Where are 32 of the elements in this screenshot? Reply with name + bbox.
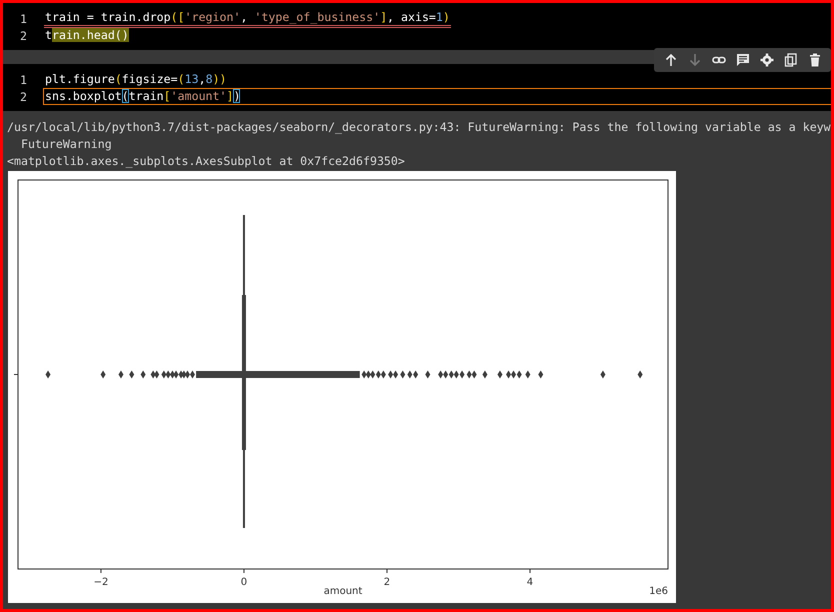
outlier-marker: [425, 370, 430, 378]
code-line[interactable]: plt.figure(figsize=(13,8)): [44, 72, 228, 87]
x-tick-label: 0: [240, 577, 248, 588]
x-axis-label: amount: [324, 586, 362, 597]
line-number: 2: [19, 90, 27, 104]
line-number: 1: [19, 12, 27, 26]
outlier-marker: [525, 370, 530, 378]
outlier-marker: [118, 370, 124, 378]
output-text: /usr/local/lib/python3.7/dist-packages/seaborn/_decorators.py:43: FutureWarning: Pass the following variable as a keyw: [6, 119, 831, 136]
y-tick: [14, 374, 18, 375]
outlier-marker: [129, 370, 134, 378]
output-text: FutureWarning: [20, 136, 113, 153]
outlier-marker: [538, 370, 544, 378]
x-tick: [243, 568, 244, 574]
code-line[interactable]: sns.boxplot(train['amount']): [44, 89, 831, 104]
outlier-marker: [140, 370, 146, 378]
x-tick-label: −2: [94, 577, 108, 588]
x-tick-label: 2: [384, 577, 390, 588]
outlier-marker: [638, 370, 643, 378]
line-number: 2: [19, 28, 27, 42]
axis-offset-label: 1e6: [649, 586, 668, 597]
x-tick: [386, 568, 388, 574]
x-tick: [100, 568, 102, 574]
outlier-marker: [46, 370, 51, 378]
x-tick-label: 4: [526, 577, 534, 588]
output-text: <matplotlib.axes._subplots.AxesSubplot at 0x7fce2d6f9350>: [6, 153, 406, 170]
line-number: 1: [19, 72, 27, 86]
outlier-marker: [100, 370, 106, 378]
outlier-marker: [482, 370, 488, 378]
outlier-marker: [600, 370, 606, 378]
outlier-marker: [400, 370, 406, 378]
outlier-marker: [497, 370, 502, 378]
